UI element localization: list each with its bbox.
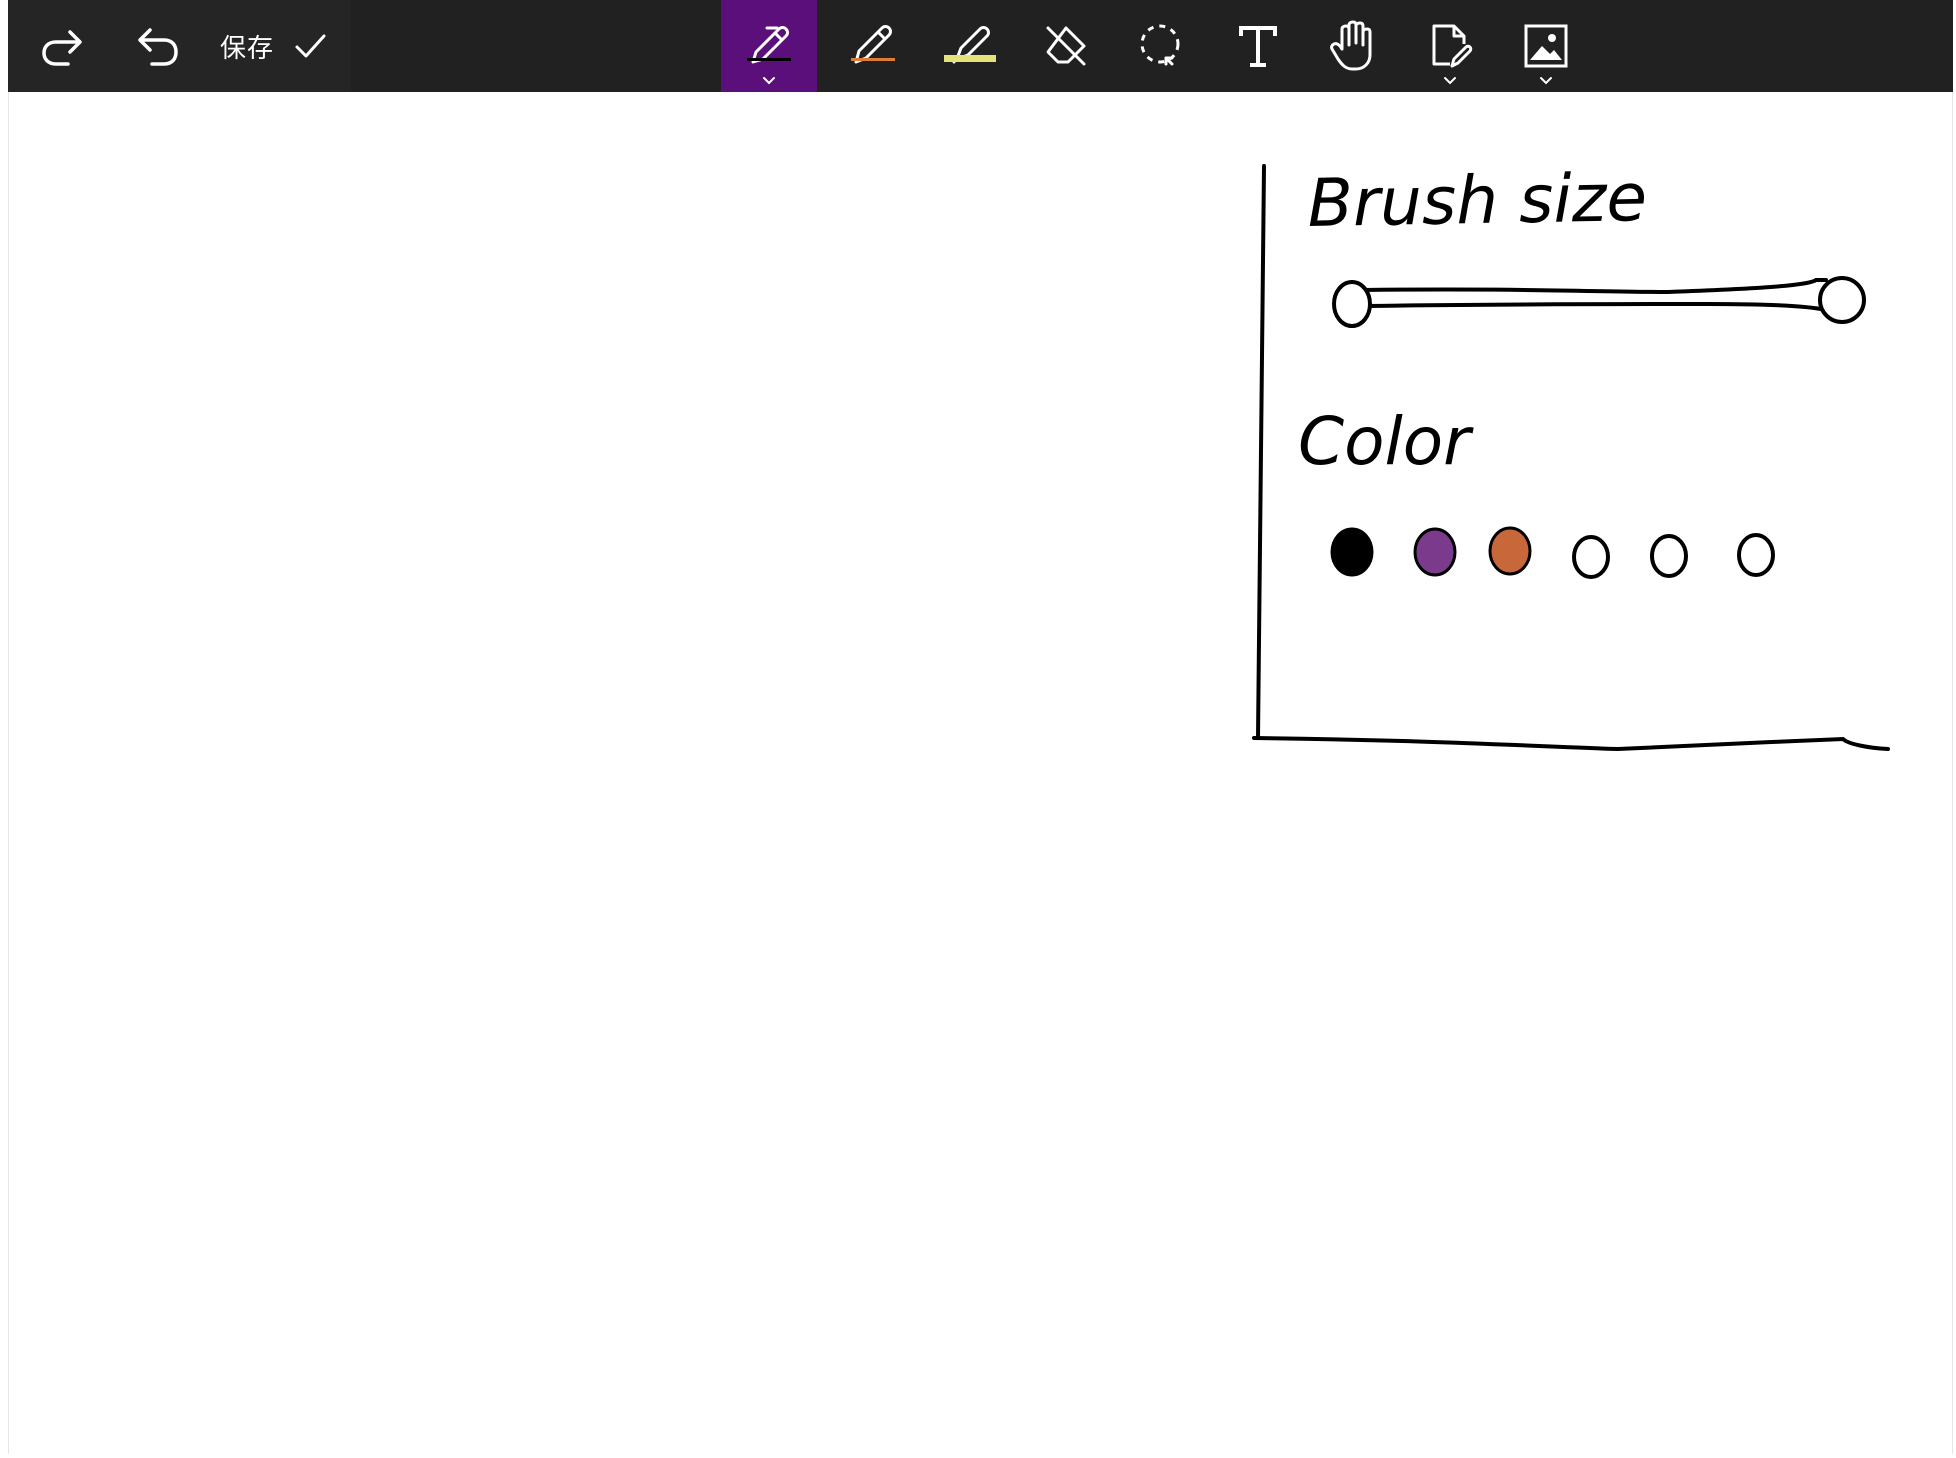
eraser-tool[interactable] [1018, 0, 1114, 92]
chevron-down-icon [763, 77, 775, 85]
color-swatch-3[interactable] [1488, 526, 1532, 576]
save-button[interactable]: 保存 [220, 0, 328, 92]
highlighter-icon [952, 26, 990, 64]
undo-button[interactable] [118, 0, 198, 92]
brush-size-label: Brush size [1307, 159, 1648, 242]
page-tool[interactable] [1402, 0, 1498, 92]
brush-size-max-handle [1818, 276, 1866, 324]
touch-writing-tool[interactable] [1306, 0, 1402, 92]
chevron-down-icon [1444, 77, 1456, 85]
page-edit-icon [1432, 24, 1473, 68]
undo-icon [138, 28, 178, 66]
toolbar: 保存 [8, 0, 1953, 92]
hand-icon [1330, 20, 1372, 71]
color-swatch-4[interactable] [1572, 535, 1610, 579]
pencil-tool[interactable] [825, 0, 921, 92]
image-icon [1524, 24, 1568, 68]
eraser-icon [1046, 26, 1086, 66]
lasso-icon [1140, 24, 1180, 66]
highlighter-tool[interactable] [922, 0, 1018, 92]
text-icon [1239, 26, 1277, 67]
redo-icon [42, 30, 82, 66]
color-swatch-5[interactable] [1650, 534, 1688, 578]
brush-size-min-handle [1332, 280, 1372, 328]
image-tool[interactable] [1498, 0, 1594, 92]
chevron-down-icon [1540, 77, 1552, 85]
pencil-color-underline [851, 58, 895, 61]
check-icon [295, 34, 326, 58]
pencil-icon [854, 25, 892, 64]
color-swatches [1330, 526, 1775, 579]
drawing-canvas[interactable]: Brush size Color [8, 92, 1953, 1454]
ballpoint-pen-tool[interactable] [721, 0, 817, 92]
lasso-select-tool[interactable] [1114, 0, 1210, 92]
pen-icon [751, 26, 789, 64]
color-label: Color [1298, 403, 1474, 480]
save-label: 保存 [220, 33, 275, 64]
highlighter-color-underline [944, 55, 996, 62]
redo-button[interactable] [22, 0, 102, 92]
color-swatch-2[interactable] [1413, 527, 1457, 577]
sketch-panel-left-line [1256, 164, 1266, 740]
brush-size-slider-track-top [1362, 278, 1828, 295]
color-swatch-1[interactable] [1330, 527, 1374, 577]
color-swatch-6[interactable] [1737, 533, 1775, 577]
pen-color-underline [747, 58, 791, 61]
sketch-layer: Brush size Color [1252, 159, 1890, 752]
brush-size-slider-track-bottom [1362, 301, 1828, 312]
text-tool[interactable] [1210, 0, 1306, 92]
sketch-panel-bottom-line [1252, 736, 1890, 752]
